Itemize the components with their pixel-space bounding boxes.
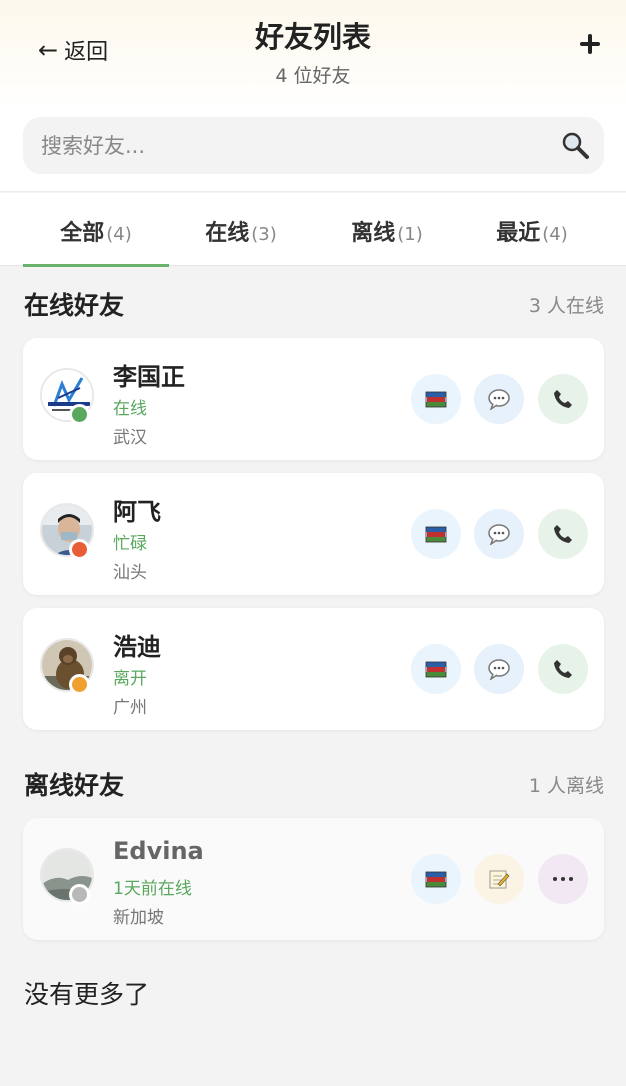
tab-recent[interactable]: 最近 (4) [459, 193, 605, 266]
tab-online[interactable]: 在线 (3) [168, 193, 314, 266]
phone-icon [554, 390, 572, 408]
phone-icon [554, 660, 572, 678]
memo-icon [489, 870, 510, 889]
friend-status: 在线 [113, 399, 147, 419]
friend-location: 汕头 [113, 563, 147, 583]
friend-name: Edvina [113, 837, 204, 865]
call-button[interactable] [538, 509, 588, 559]
call-button[interactable] [538, 374, 588, 424]
add-friend-plus-icon[interactable] [576, 30, 604, 58]
phone-icon [554, 525, 572, 543]
friend-count-subtitle: 4 位好友 [275, 65, 351, 87]
friend-card[interactable]: 阿飞 忙碌 汕头 [23, 473, 604, 595]
page-title: 好友列表 [254, 20, 371, 54]
online-count: 3 人在线 [528, 295, 604, 317]
friend-name: 阿飞 [113, 498, 161, 526]
tab-all[interactable]: 全部 (4) [23, 193, 169, 267]
message-button[interactable] [474, 509, 524, 559]
online-section-title: 在线好友 [24, 291, 125, 320]
offline-section-title: 离线好友 [24, 771, 125, 800]
offline-count: 1 人离线 [528, 775, 604, 797]
online-status-dot [69, 404, 90, 425]
tab-count: (4) [542, 224, 568, 245]
end-of-list-text: 没有更多了 [24, 980, 150, 1009]
books-button[interactable] [411, 854, 461, 904]
friend-location: 武汉 [113, 428, 147, 448]
message-button[interactable] [474, 644, 524, 694]
friend-card[interactable]: Edvina 1天前在线 新加坡 [23, 818, 604, 940]
speech-bubble-icon [488, 389, 510, 410]
call-button[interactable] [538, 644, 588, 694]
books-icon [425, 661, 447, 678]
books-icon [425, 871, 447, 888]
filter-tabs: 全部 (4) 在线 (3) 离线 (1) 最近 (4) [0, 193, 626, 267]
tab-offline[interactable]: 离线 (1) [314, 193, 460, 266]
more-dots-icon [553, 877, 573, 881]
tab-count: (4) [106, 224, 132, 245]
away-status-dot [69, 674, 90, 695]
more-button[interactable] [538, 854, 588, 904]
memo-button[interactable] [474, 854, 524, 904]
search-input[interactable] [41, 117, 541, 174]
tab-label: 全部 [60, 221, 105, 246]
friend-name: 李国正 [113, 363, 185, 391]
books-icon [425, 391, 447, 408]
magnifier-search-icon[interactable] [560, 130, 590, 160]
books-button[interactable] [411, 509, 461, 559]
friend-status: 1天前在线 [113, 879, 192, 899]
friend-location: 广州 [113, 698, 147, 718]
tab-label: 在线 [205, 221, 250, 246]
busy-status-dot [69, 539, 90, 560]
search-bar[interactable] [23, 117, 604, 174]
friend-name: 浩迪 [113, 633, 161, 661]
tab-count: (1) [397, 224, 423, 245]
friend-card[interactable]: 浩迪 离开 广州 [23, 608, 604, 730]
friend-status: 忙碌 [113, 534, 147, 554]
friend-card[interactable]: 李国正 在线 武汉 [23, 338, 604, 460]
books-icon [425, 526, 447, 543]
tab-label: 最近 [496, 221, 541, 246]
header: ← 返回 好友列表 4 位好友 [0, 0, 626, 192]
books-button[interactable] [411, 644, 461, 694]
friend-status: 离开 [113, 669, 147, 689]
message-button[interactable] [474, 374, 524, 424]
speech-bubble-icon [488, 524, 510, 545]
tab-label: 离线 [351, 221, 396, 246]
offline-status-dot [69, 884, 90, 905]
books-button[interactable] [411, 374, 461, 424]
friend-location: 新加坡 [113, 908, 164, 928]
tab-count: (3) [251, 224, 277, 245]
speech-bubble-icon [488, 659, 510, 680]
